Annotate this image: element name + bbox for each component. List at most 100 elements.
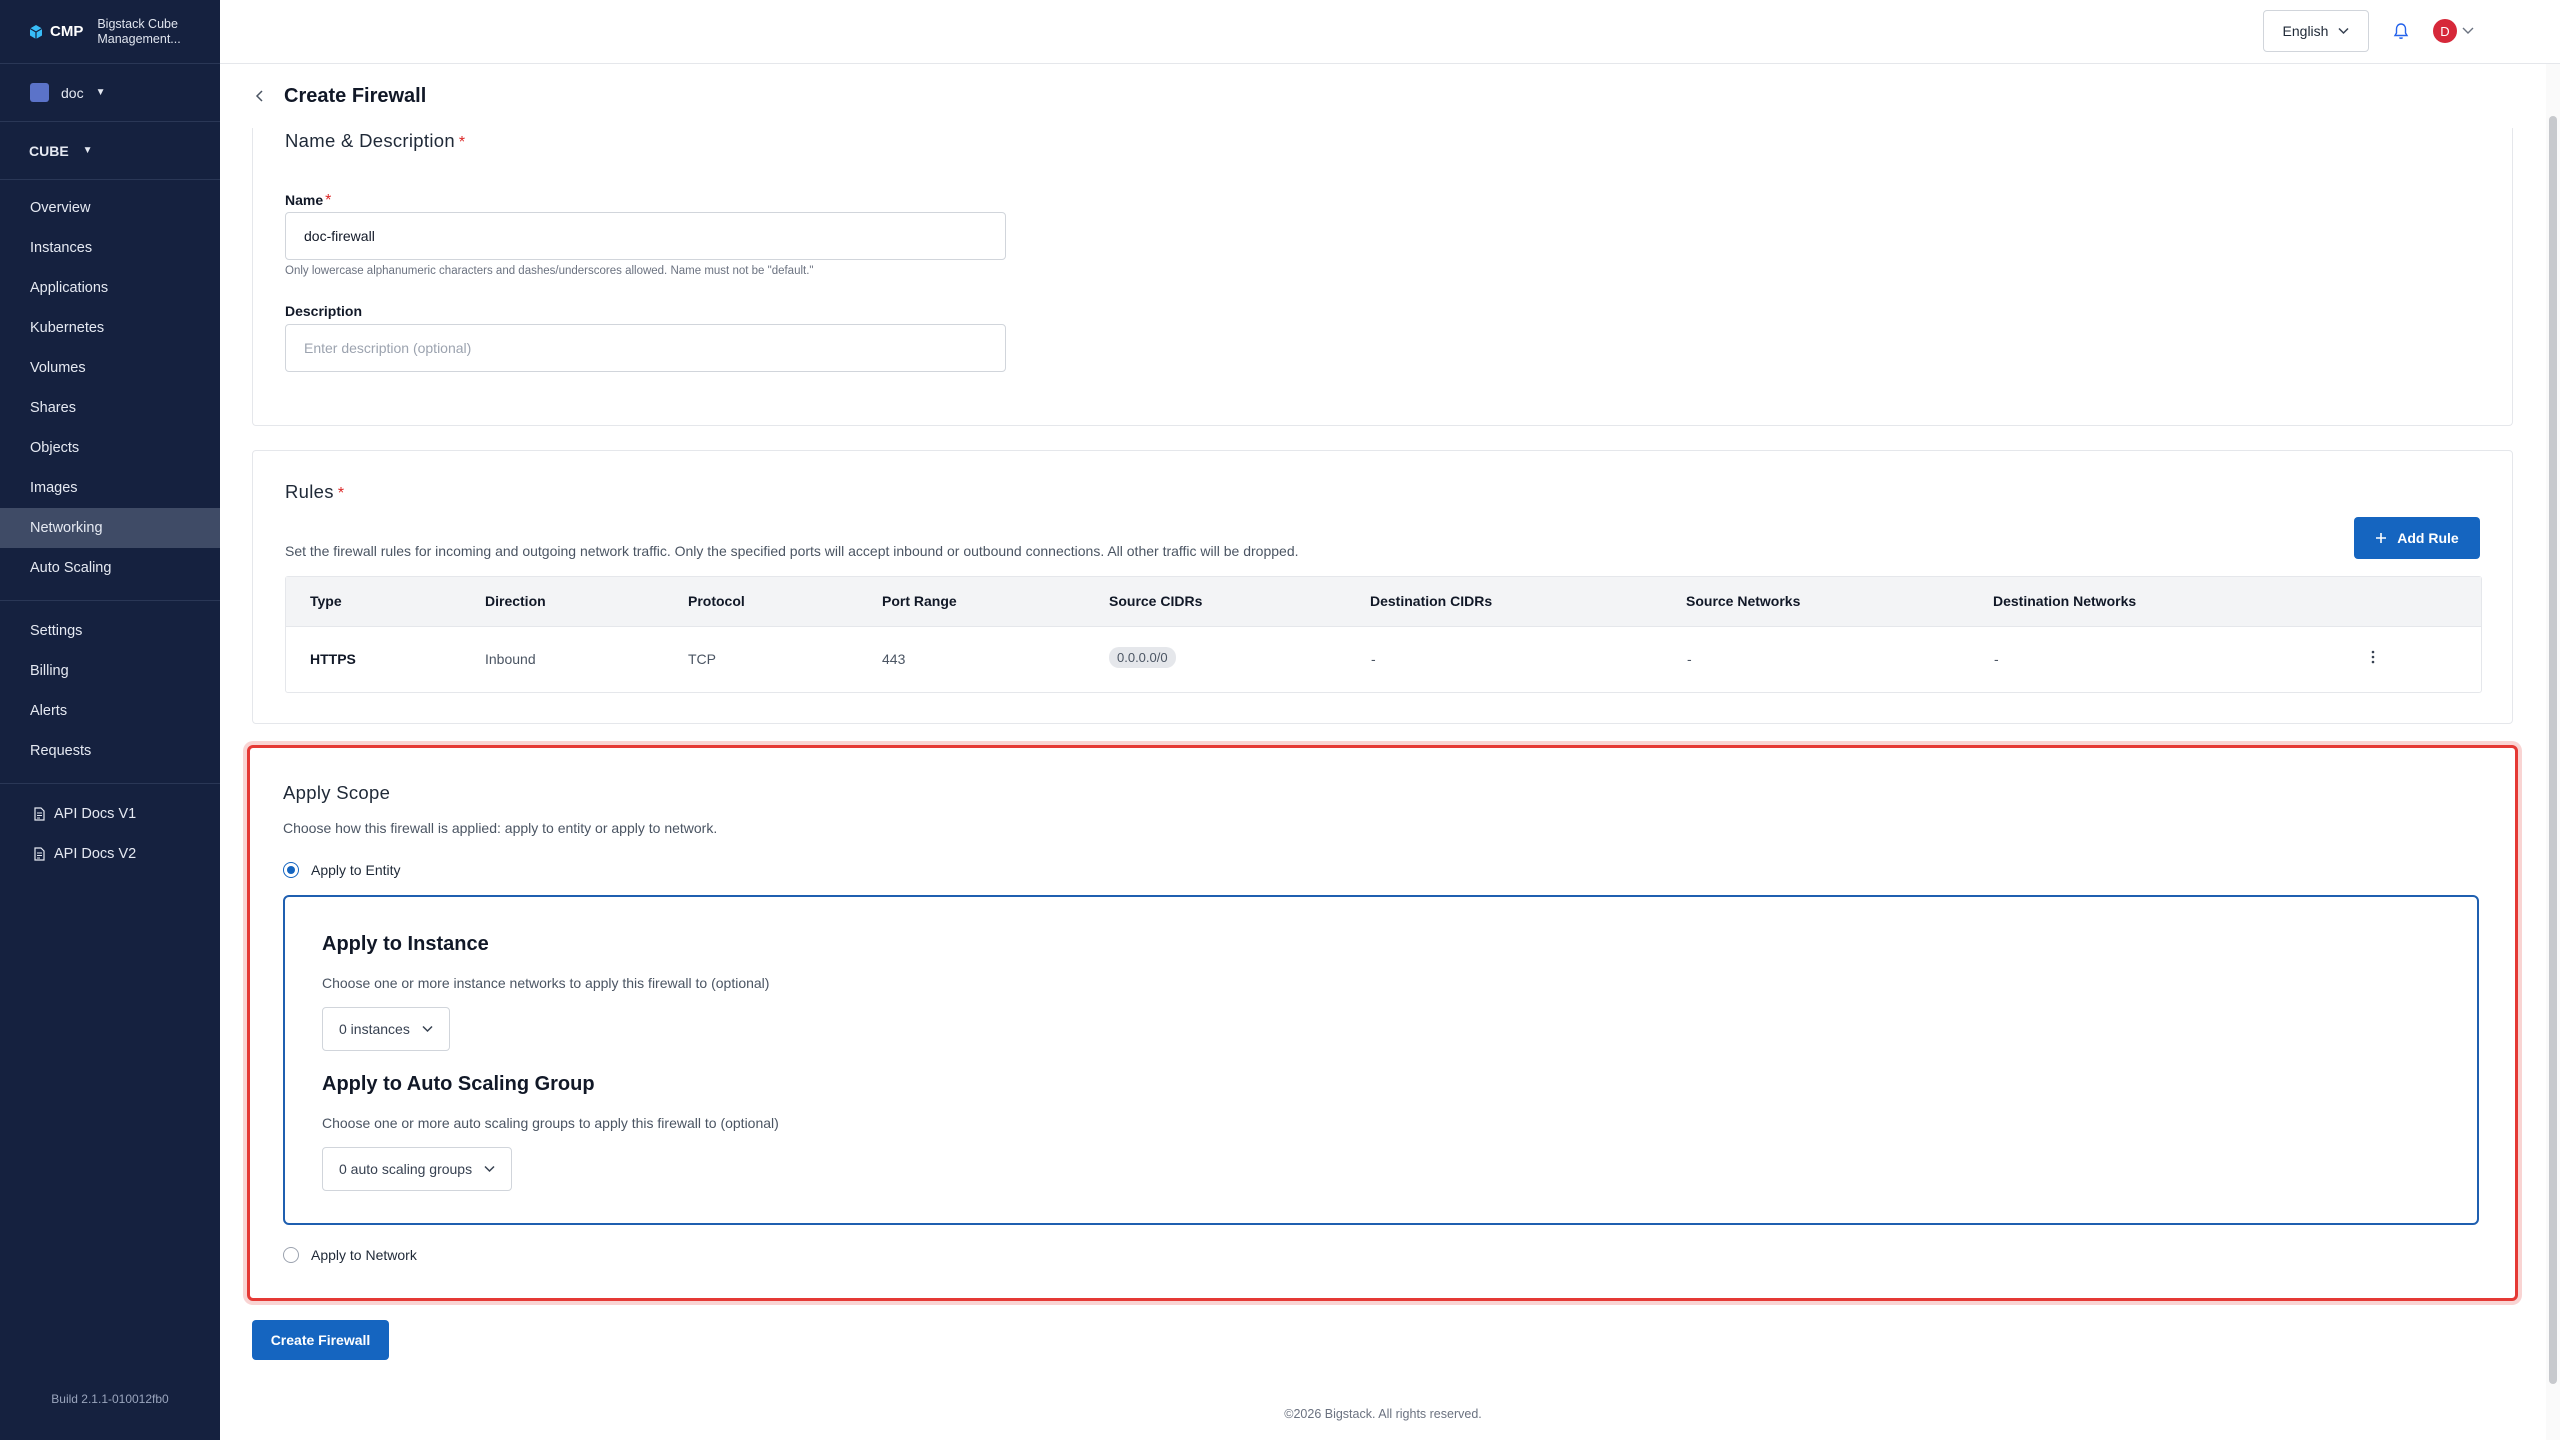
nav-item-overview[interactable]: Overview [0, 188, 220, 228]
apply-to-instance-title: Apply to Instance [322, 933, 489, 955]
plus-icon [2376, 533, 2387, 543]
apply-to-instance-description: Choose one or more instance networks to … [322, 975, 770, 991]
topbar: English D [220, 0, 2560, 64]
nav-item-images[interactable]: Images [0, 468, 220, 508]
column-header: Direction [485, 593, 546, 609]
cell-protocol: TCP [688, 651, 716, 667]
entity-options-panel: Apply to Instance Choose one or more ins… [283, 895, 2479, 1225]
cell-destination-cidrs: - [1371, 651, 1376, 667]
document-icon [34, 847, 45, 861]
nav-item-applications[interactable]: Applications [0, 268, 220, 308]
required-mark: * [325, 192, 332, 209]
build-version: Build 2.1.1-010012fb0 [51, 1392, 169, 1406]
nav-main: Overview Instances Applications Kubernet… [0, 180, 220, 601]
nav-item-api-docs-v1[interactable]: API Docs V1 [0, 794, 220, 834]
section-title: Name & Description [285, 130, 455, 151]
cell-direction: Inbound [485, 651, 536, 667]
radio-apply-to-entity[interactable]: Apply to Entity [283, 862, 401, 878]
scope-description: Choose how this firewall is applied: app… [283, 820, 718, 836]
project-name: doc [61, 84, 84, 101]
column-header: Destination CIDRs [1370, 593, 1493, 609]
nav-secondary: Settings Billing Alerts Requests [0, 601, 220, 784]
back-arrow-icon[interactable] [252, 88, 268, 104]
page-header: Create Firewall [252, 80, 426, 112]
nav-item-label: API Docs V1 [54, 806, 137, 822]
dropdown-value: 0 auto scaling groups [339, 1161, 473, 1177]
nav-item-objects[interactable]: Objects [0, 428, 220, 468]
name-description-heading: Name & Description * [285, 130, 465, 152]
avatar[interactable]: D [2433, 19, 2457, 43]
name-label: Name [285, 192, 324, 208]
radio-apply-to-network[interactable]: Apply to Network [283, 1247, 417, 1263]
kebab-menu-icon[interactable] [2371, 649, 2375, 665]
section-title: Rules [285, 481, 334, 502]
nav-item-shares[interactable]: Shares [0, 388, 220, 428]
nav-item-alerts[interactable]: Alerts [0, 691, 220, 731]
radio-label: Apply to Entity [311, 862, 401, 878]
nav-docs: API Docs V1 API Docs V2 [0, 784, 220, 874]
apply-to-asg-title: Apply to Auto Scaling Group [322, 1073, 595, 1095]
radio-button[interactable] [283, 1247, 299, 1263]
rules-description: Set the firewall rules for incoming and … [285, 543, 1299, 559]
scrollbar-thumb[interactable] [2549, 116, 2557, 1384]
caret-down-icon: ▼ [95, 87, 106, 98]
chevron-down-icon[interactable] [2462, 26, 2474, 36]
required-mark: * [458, 134, 466, 151]
rules-card: Rules * Set the firewall rules for incomi… [252, 450, 2513, 724]
document-icon [34, 807, 45, 821]
nav-item-auto-scaling[interactable]: Auto Scaling [0, 548, 220, 588]
name-label-row: Name * [285, 192, 331, 210]
name-input[interactable]: doc-firewall [285, 212, 1006, 260]
column-header: Type [310, 593, 342, 609]
instances-dropdown[interactable]: 0 instances [322, 1007, 450, 1051]
language-selector[interactable]: English [2263, 10, 2369, 52]
column-header: Source Networks [1686, 593, 1801, 609]
project-icon [30, 83, 49, 102]
apply-to-asg-description: Choose one or more auto scaling groups t… [322, 1115, 779, 1131]
sidebar: CMP Bigstack Cube Management... doc ▼ CU… [0, 0, 220, 1440]
radio-label: Apply to Network [311, 1247, 417, 1263]
create-firewall-button[interactable]: Create Firewall [252, 1320, 389, 1360]
service-selector[interactable]: CUBE ▼ [0, 122, 220, 180]
add-rule-label: Add Rule [2397, 530, 2459, 546]
column-header: Source CIDRs [1109, 593, 1203, 609]
radio-button[interactable] [283, 862, 299, 878]
table-header: Type Direction Protocol Port Range Sourc… [286, 577, 2481, 627]
project-selector[interactable]: doc ▼ [0, 64, 220, 122]
nav-item-requests[interactable]: Requests [0, 731, 220, 771]
page-scrollbar[interactable] [2546, 64, 2560, 1440]
rules-table: Type Direction Protocol Port Range Sourc… [285, 576, 2482, 693]
add-rule-button[interactable]: Add Rule [2354, 517, 2480, 559]
apply-scope-card: Apply Scope Choose how this firewall is … [247, 745, 2518, 1301]
chevron-down-icon [422, 1025, 433, 1033]
nav-item-networking[interactable]: Networking [0, 508, 220, 548]
brand[interactable]: CMP Bigstack Cube Management... [0, 0, 220, 64]
nav-item-billing[interactable]: Billing [0, 651, 220, 691]
nav-item-instances[interactable]: Instances [0, 228, 220, 268]
section-title: Apply Scope [283, 782, 391, 803]
nav-item-settings[interactable]: Settings [0, 611, 220, 651]
bell-icon[interactable] [2393, 22, 2409, 40]
rules-heading: Rules * [285, 481, 344, 503]
chevron-down-icon [484, 1165, 495, 1173]
language-label: English [2282, 23, 2329, 39]
nav-item-label: API Docs V2 [54, 846, 137, 862]
dropdown-value: 0 instances [339, 1021, 410, 1037]
description-input[interactable]: Enter description (optional) [285, 324, 1006, 372]
cell-destination-networks: - [1994, 651, 1999, 667]
nav-item-volumes[interactable]: Volumes [0, 348, 220, 388]
page-title: Create Firewall [284, 84, 427, 107]
nav-item-api-docs-v2[interactable]: API Docs V2 [0, 834, 220, 874]
auto-scaling-groups-dropdown[interactable]: 0 auto scaling groups [322, 1147, 513, 1191]
brand-logo: CMP [28, 23, 83, 40]
cidr-tag: 0.0.0.0/0 [1109, 647, 1176, 668]
description-label: Description [285, 303, 363, 319]
cube-logo-icon [29, 24, 43, 39]
cell-type: HTTPS [310, 651, 356, 667]
required-mark: * [337, 485, 345, 502]
nav-item-kubernetes[interactable]: Kubernetes [0, 308, 220, 348]
cell-port-range: 443 [882, 651, 906, 667]
column-header: Destination Networks [1993, 593, 2137, 609]
brand-logo-text: CMP [50, 23, 84, 40]
service-name: CUBE [29, 142, 69, 159]
